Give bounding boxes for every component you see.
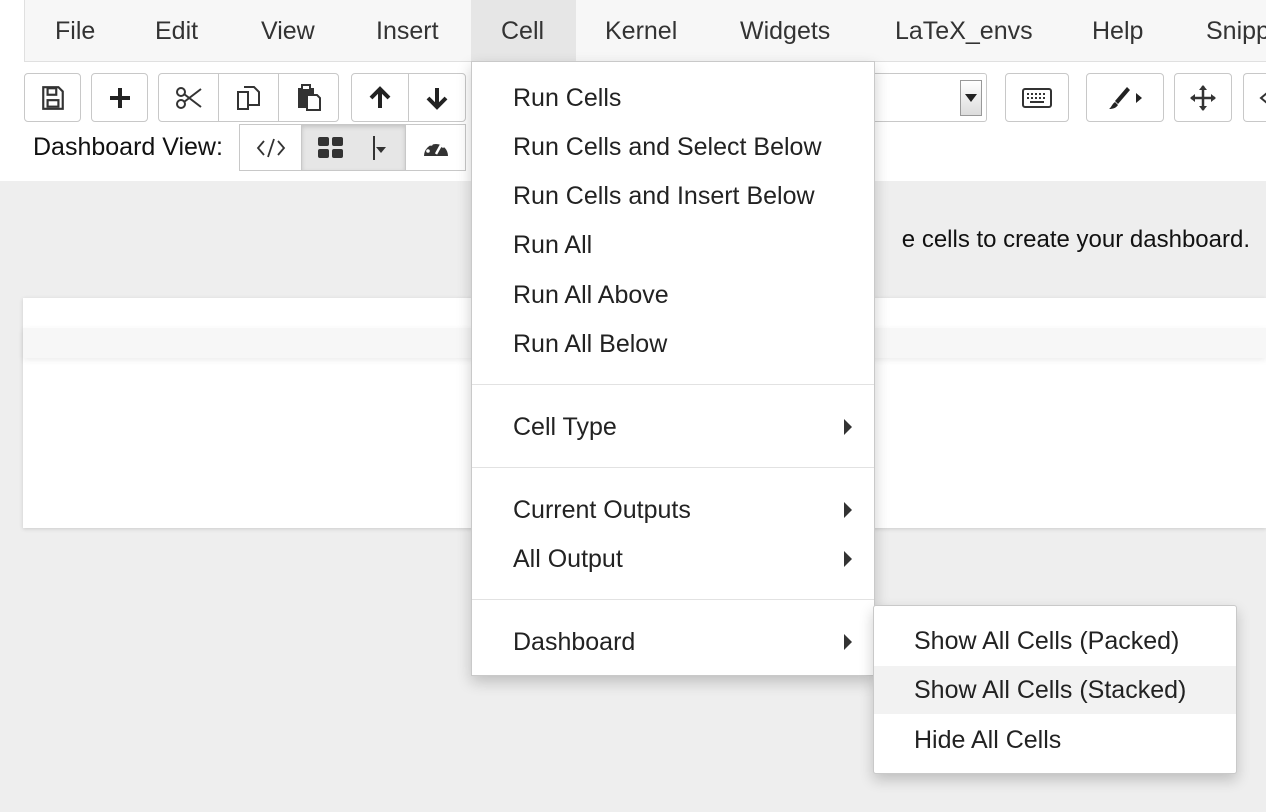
move-button-group (351, 73, 466, 122)
menubar: File Edit View Insert Cell Kernel Widget… (24, 0, 1266, 62)
dashboard-view-label: Dashboard View: (33, 133, 223, 161)
save-button[interactable] (24, 73, 81, 122)
arrow-up-icon (368, 85, 392, 110)
cell-toolbar-button[interactable] (1086, 73, 1164, 122)
menu-run-cells-insert-below[interactable]: Run Cells and Insert Below (472, 173, 874, 219)
insert-cell-button[interactable] (91, 73, 148, 122)
menu-current-outputs-label: Current Outputs (513, 496, 691, 524)
menu-run-all-below[interactable]: Run All Below (472, 321, 874, 367)
menu-all-output-label: All Output (513, 545, 623, 573)
code-icon (256, 137, 286, 159)
menu-dashboard[interactable]: Dashboard (472, 619, 874, 665)
hide-all-cells[interactable]: Hide All Cells (874, 716, 1236, 764)
chevron-down-icon (965, 94, 977, 102)
arrow-down-icon (425, 86, 449, 110)
menu-help[interactable]: Help (1062, 0, 1173, 61)
submenu-caret-icon (844, 634, 852, 650)
dashboard-gauge-icon (422, 136, 450, 160)
menu-dashboard-label: Dashboard (513, 628, 636, 656)
menu-cell-type[interactable]: Cell Type (472, 404, 874, 450)
save-icon (40, 85, 66, 111)
cell-dropdown-menu: Run Cells Run Cells and Select Below Run… (471, 61, 875, 676)
paintbrush-icon (1105, 85, 1145, 111)
chevron-icon (1257, 91, 1266, 105)
dashboard-instructions: e cells to create your dashboard. (901, 226, 1250, 253)
scissors-icon (175, 85, 203, 111)
menu-kernel[interactable]: Kernel (575, 0, 707, 61)
menu-snippets[interactable]: Snipp (1176, 0, 1266, 61)
move-down-button[interactable] (408, 73, 466, 122)
submenu-caret-icon (844, 551, 852, 567)
dashboard-preview-button[interactable] (405, 124, 466, 171)
menu-run-all-above[interactable]: Run All Above (472, 272, 874, 318)
dashboard-submenu: Show All Cells (Packed) Show All Cells (… (873, 605, 1237, 774)
paste-icon (296, 83, 322, 112)
menu-divider (472, 384, 874, 385)
menu-cell-type-label: Cell Type (513, 413, 617, 441)
copy-icon (236, 85, 262, 111)
submenu-caret-icon (844, 502, 852, 518)
layout-dropdown-caret-icon[interactable] (373, 134, 387, 162)
notebook-view-button[interactable] (239, 124, 302, 171)
menu-divider (472, 599, 874, 600)
menu-divider (472, 467, 874, 468)
keyboard-icon (1022, 87, 1052, 108)
select-arrow[interactable] (960, 80, 982, 116)
menu-run-all[interactable]: Run All (472, 222, 874, 268)
menu-view[interactable]: View (231, 0, 345, 61)
menu-edit[interactable]: Edit (125, 0, 228, 61)
move-up-button[interactable] (351, 73, 409, 122)
grid-layout-button[interactable] (301, 124, 406, 171)
move-cell-button[interactable] (1174, 73, 1232, 122)
edit-button-group (158, 73, 339, 122)
show-all-cells-stacked[interactable]: Show All Cells (Stacked) (874, 666, 1236, 714)
menu-insert[interactable]: Insert (346, 0, 469, 61)
command-palette-button[interactable] (1005, 73, 1069, 122)
cut-button[interactable] (158, 73, 219, 122)
plus-icon (108, 86, 132, 110)
paste-button[interactable] (278, 73, 339, 122)
show-all-cells-packed[interactable]: Show All Cells (Packed) (874, 617, 1236, 665)
menu-run-cells-select-below[interactable]: Run Cells and Select Below (472, 124, 874, 170)
menu-file[interactable]: File (25, 0, 125, 61)
copy-button[interactable] (218, 73, 279, 122)
cell-type-select[interactable] (860, 73, 987, 122)
menu-current-outputs[interactable]: Current Outputs (472, 487, 874, 533)
menu-all-output[interactable]: All Output (472, 536, 874, 582)
menu-widgets[interactable]: Widgets (710, 0, 860, 61)
dashboard-view-group (239, 124, 466, 171)
menu-latex-envs[interactable]: LaTeX_envs (865, 0, 1063, 61)
menu-run-cells[interactable]: Run Cells (472, 75, 874, 121)
menu-cell[interactable]: Cell (471, 0, 576, 61)
grid-icon (317, 136, 345, 160)
more-toolbar-button[interactable] (1243, 73, 1266, 122)
move-icon (1190, 84, 1216, 111)
submenu-caret-icon (844, 419, 852, 435)
